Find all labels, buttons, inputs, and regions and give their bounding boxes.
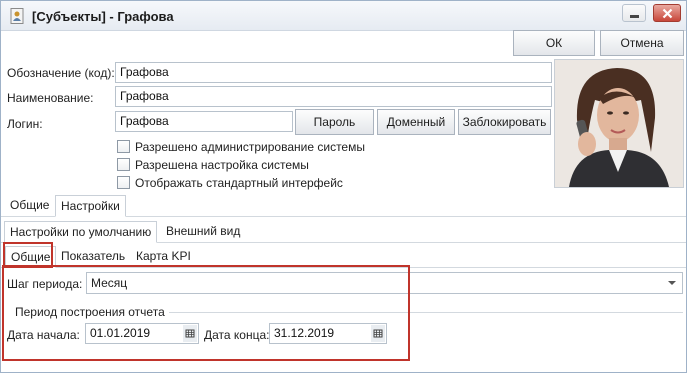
tab-general[interactable]: Общие: [5, 195, 54, 217]
cancel-button[interactable]: Отмена: [600, 30, 684, 56]
user-photo-image: [555, 60, 683, 187]
document-user-icon: [10, 8, 24, 24]
minimize-button[interactable]: [622, 4, 646, 22]
config-checkbox-label: Разрешена настройка системы: [135, 158, 309, 172]
tab-settings[interactable]: Настройки: [55, 195, 126, 217]
title-bar: [Субъекты] - Графова: [1, 1, 686, 31]
tab-default-settings[interactable]: Настройки по умолчанию: [4, 221, 158, 243]
domain-button[interactable]: Доменный: [377, 109, 455, 135]
user-photo: [554, 59, 684, 188]
close-button[interactable]: [653, 4, 681, 22]
login-label: Логин:: [7, 117, 43, 131]
window-title: [Субъекты] - Графова: [32, 9, 174, 24]
password-button[interactable]: Пароль: [295, 109, 374, 135]
ok-button[interactable]: ОК: [513, 30, 595, 56]
block-button[interactable]: Заблокировать: [458, 109, 551, 135]
dialog-window: [Субъекты] - Графова ОК Отмена Обозначен…: [0, 0, 687, 373]
login-field[interactable]: Графова: [115, 111, 293, 132]
tab-appearance[interactable]: Внешний вид: [161, 221, 245, 243]
config-checkbox[interactable]: [117, 158, 130, 171]
admin-checkbox[interactable]: [117, 140, 130, 153]
close-icon: [662, 8, 673, 19]
name-label: Наименование:: [7, 91, 94, 105]
chevron-down-icon[interactable]: [668, 281, 676, 285]
admin-checkbox-label: Разрешено администрирование системы: [135, 140, 365, 154]
code-field[interactable]: Графова: [115, 62, 552, 83]
dialog-body: ОК Отмена Обозначение (код): Графова Наи…: [1, 30, 686, 372]
standard-ui-checkbox-label: Отображать стандартный интерфейс: [135, 176, 343, 190]
standard-ui-checkbox[interactable]: [117, 176, 130, 189]
name-field[interactable]: Графова: [115, 86, 552, 107]
code-label: Обозначение (код):: [7, 66, 115, 80]
highlight-period-settings: [2, 265, 410, 361]
